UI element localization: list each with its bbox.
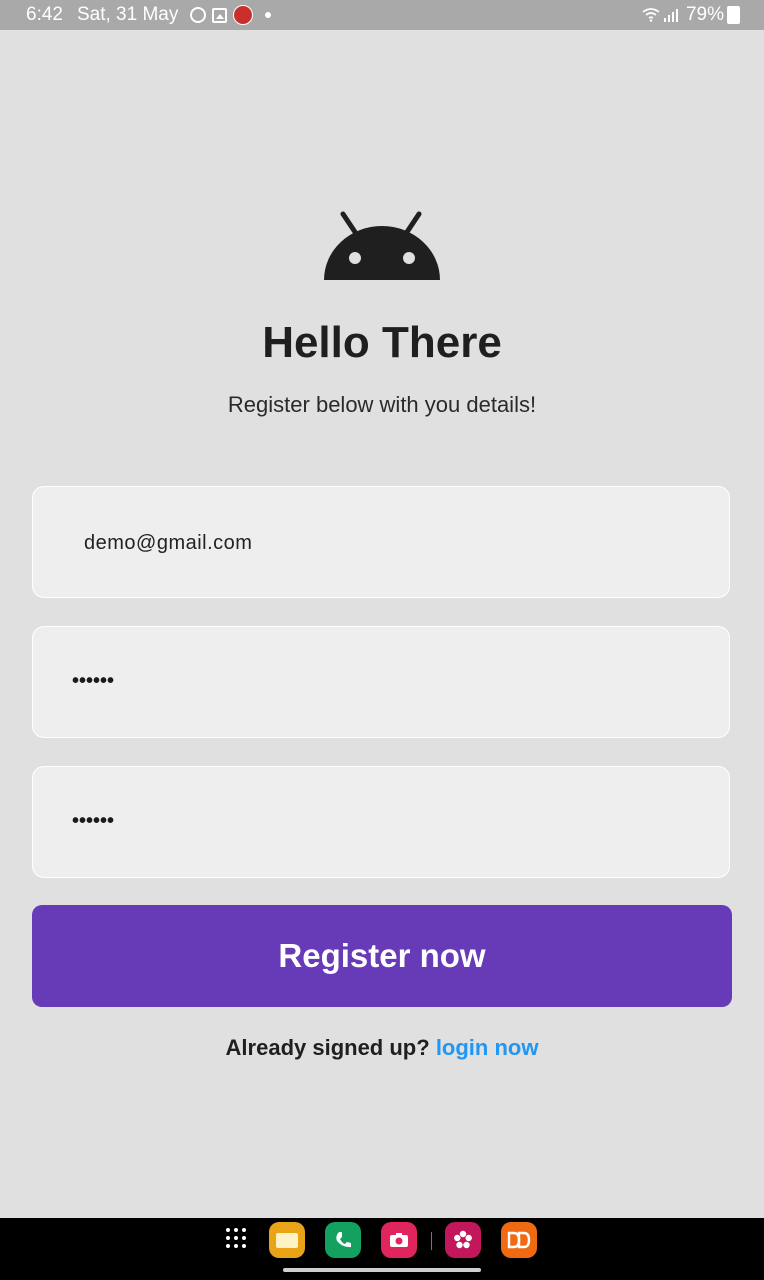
register-button[interactable]: Register now	[32, 905, 732, 1007]
dock-divider	[431, 1232, 432, 1250]
confirm-password-value: ••••••	[72, 809, 115, 832]
app-notification-icon	[233, 5, 254, 25]
page-title: Hello There	[262, 318, 502, 367]
login-link[interactable]: login now	[436, 1035, 539, 1060]
whatsapp-icon	[190, 7, 207, 23]
nav-bar	[0, 1218, 764, 1280]
notes-app-icon[interactable]	[269, 1222, 305, 1258]
home-indicator[interactable]	[283, 1268, 481, 1272]
signal-icon	[663, 8, 680, 22]
gallery-icon	[212, 7, 228, 23]
more-dot-icon	[265, 12, 272, 18]
battery-percent: 79%	[685, 4, 724, 25]
camera-app-icon[interactable]	[381, 1222, 417, 1258]
phone-app-icon[interactable]	[325, 1222, 361, 1258]
dd-app-icon[interactable]	[501, 1222, 537, 1258]
email-value: demo@gmail.com	[84, 531, 253, 554]
status-date: Sat, 31 May	[76, 4, 179, 25]
password-field[interactable]: ••••••	[32, 626, 730, 738]
page-subtitle: Register below with you details!	[227, 392, 537, 417]
password-value: ••••••	[72, 669, 115, 692]
login-prompt-text: Already signed up?	[225, 1035, 430, 1060]
email-field[interactable]: demo@gmail.com	[32, 486, 730, 598]
confirm-password-field[interactable]: ••••••	[32, 766, 730, 878]
status-time: 6:42	[26, 4, 63, 25]
status-bar: 6:42 Sat, 31 May 79%	[0, 0, 764, 30]
battery-icon	[727, 6, 740, 24]
status-left: 6:42 Sat, 31 May	[26, 0, 272, 30]
login-prompt-row: Already signed up? login now	[0, 1034, 764, 1062]
wifi-icon	[642, 8, 660, 22]
apps-grid-icon[interactable]	[226, 1228, 248, 1250]
android-icon	[324, 211, 440, 280]
flower-app-icon[interactable]	[445, 1222, 481, 1258]
status-right: 79%	[642, 0, 740, 30]
